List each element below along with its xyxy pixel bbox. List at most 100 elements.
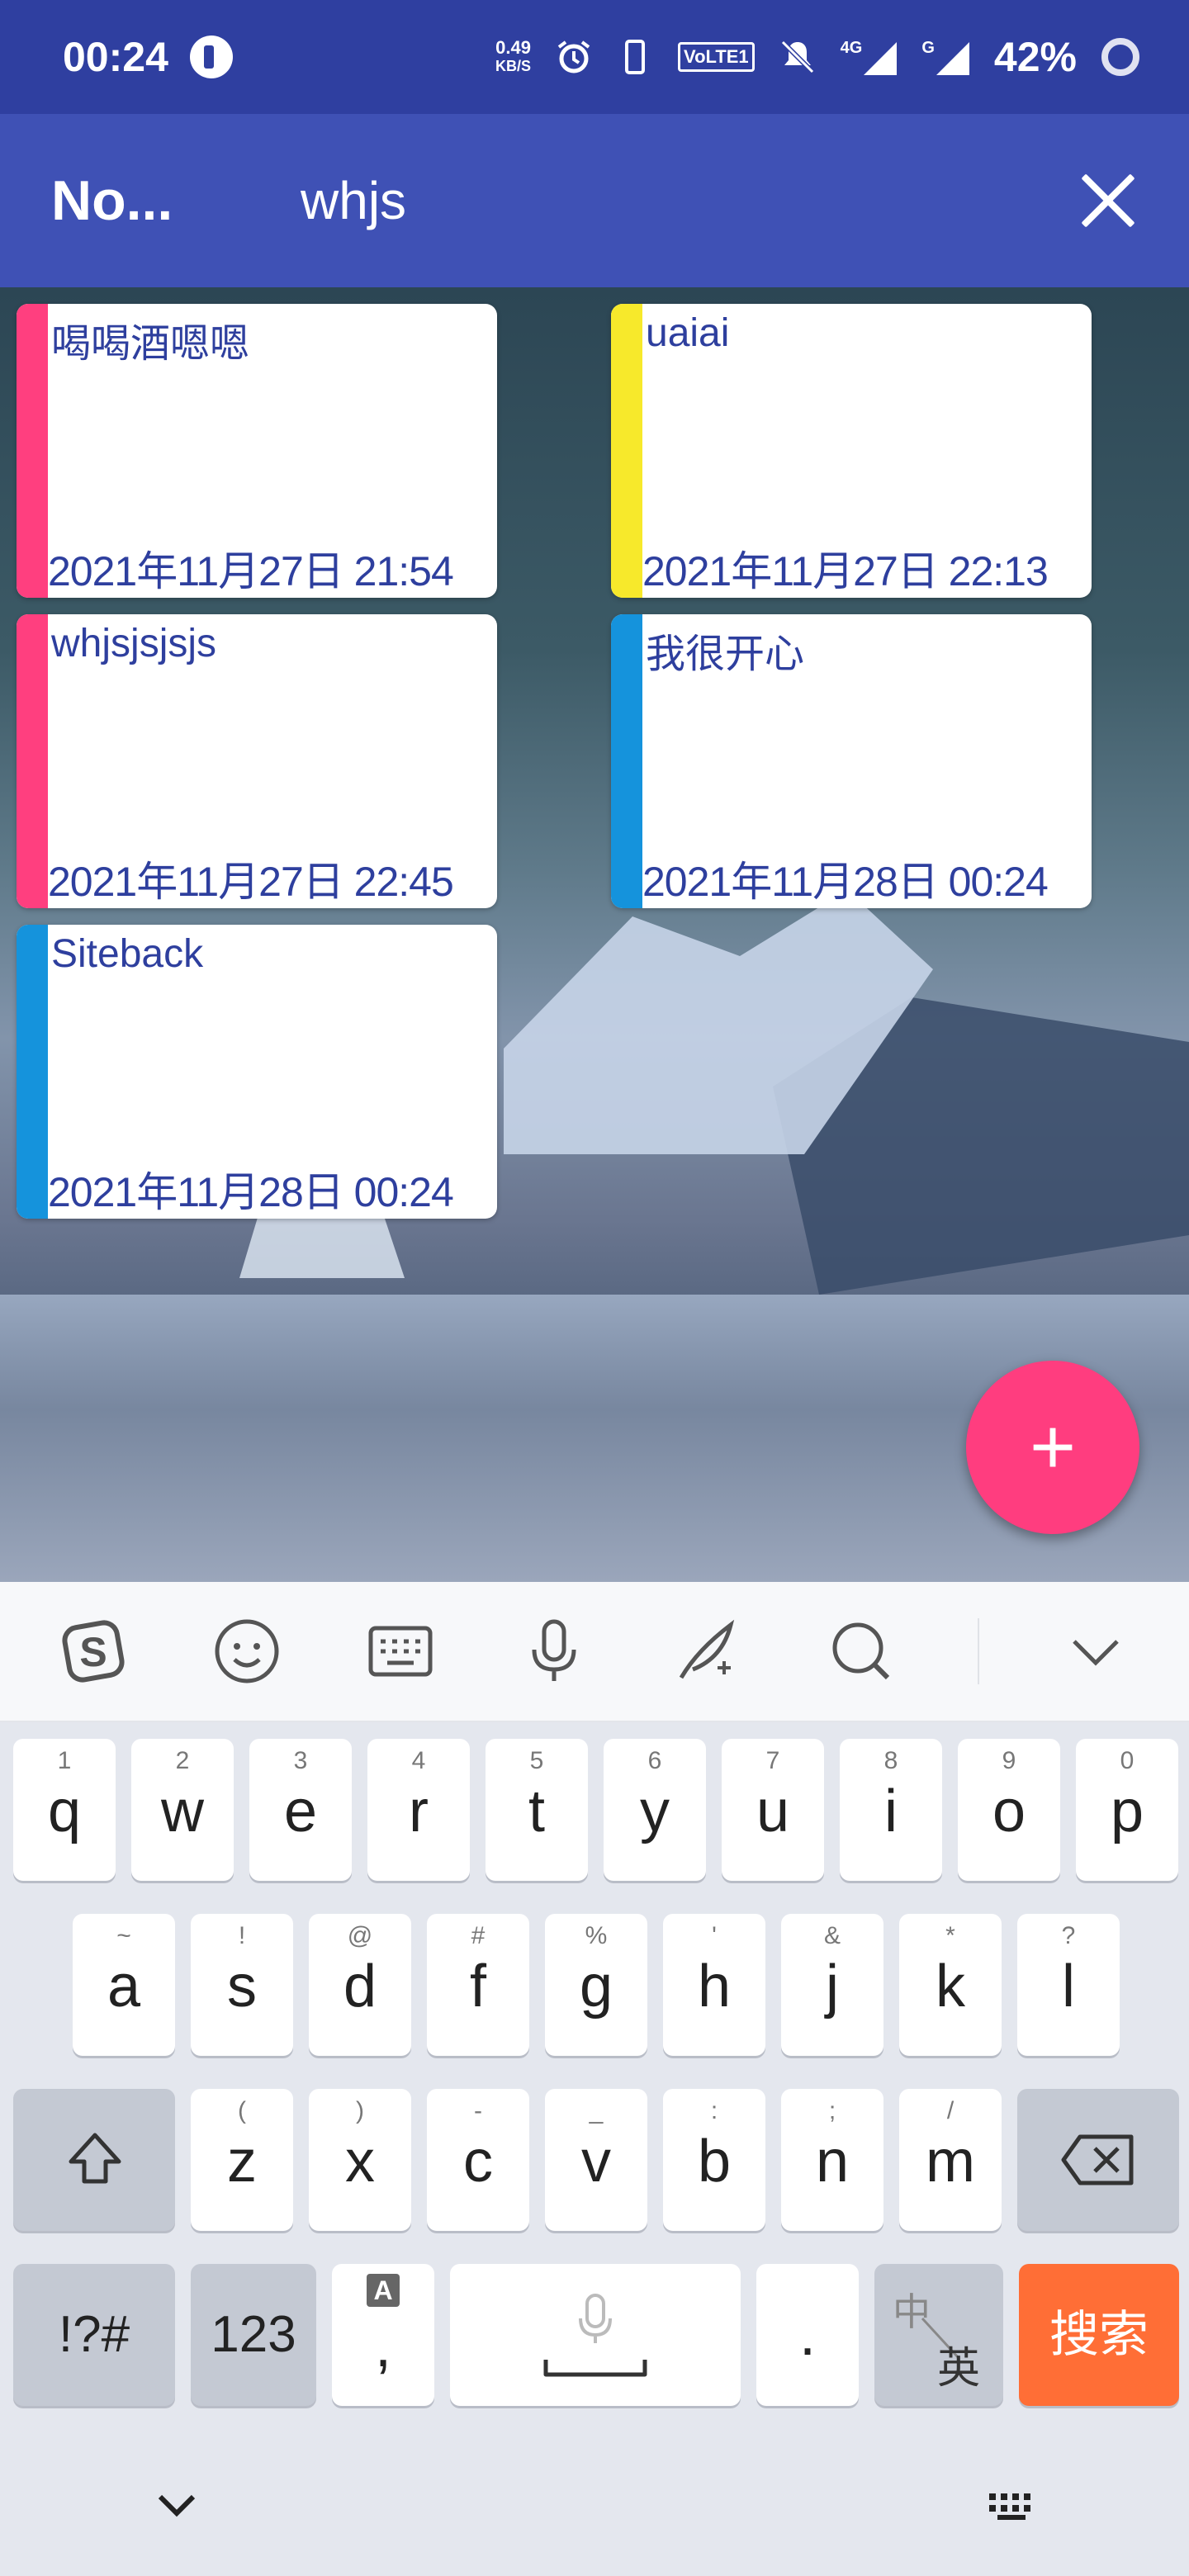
key-r[interactable]: 4r <box>367 1739 470 1881</box>
key-w[interactable]: 2w <box>131 1739 234 1881</box>
note-card[interactable]: 我很开心 2021年11月28日 00:24 <box>611 614 1092 908</box>
key-p[interactable]: 0p <box>1076 1739 1178 1881</box>
network-speed: 0.49 KB/S <box>495 39 531 75</box>
key-k[interactable]: * k <box>899 1914 1002 2056</box>
handwriting-icon[interactable] <box>670 1614 745 1688</box>
key-x[interactable]: ) x <box>309 2089 411 2231</box>
note-card[interactable]: uaiai 2021年11月27日 22:13 <box>611 304 1092 598</box>
key-u[interactable]: 7u <box>722 1739 824 1881</box>
key-label: o <box>992 1778 1026 1844</box>
app-title: No... <box>51 169 173 232</box>
note-color-bar <box>17 614 48 908</box>
key-label: e <box>283 1778 318 1844</box>
add-note-button[interactable]: + <box>966 1361 1139 1534</box>
key-hint: & <box>823 1922 841 1949</box>
key-v[interactable]: _ v <box>545 2089 647 2231</box>
search-key[interactable]: 搜索 <box>1019 2264 1179 2406</box>
key-label: g <box>579 1953 613 2020</box>
note-color-bar <box>17 304 48 598</box>
language-switch-key[interactable]: 中 英 <box>874 2264 1003 2406</box>
volte-icon: VoLTE1 <box>678 42 755 72</box>
note-date: 2021年11月27日 22:13 <box>642 548 1049 594</box>
signal-4g-label: 4G <box>840 39 863 57</box>
key-label: d <box>343 1953 377 2020</box>
key-hint: ; <box>828 2097 836 2124</box>
key-hint: _ <box>589 2097 604 2124</box>
key-label: 123 <box>211 2306 296 2363</box>
key-hint: @ <box>347 1922 373 1949</box>
key-label: p <box>1110 1778 1144 1844</box>
key-e[interactable]: 3e <box>249 1739 352 1881</box>
signal-g-icon: G <box>921 39 969 75</box>
key-label: n <box>815 2129 850 2195</box>
key-hint: 7 <box>765 1747 780 1774</box>
backspace-key[interactable] <box>1017 2089 1179 2231</box>
key-q[interactable]: 1q <box>13 1739 116 1881</box>
note-color-bar <box>611 304 642 598</box>
period-key[interactable]: . <box>756 2264 859 2406</box>
collapse-icon[interactable] <box>1059 1614 1133 1688</box>
emoji-icon[interactable] <box>210 1614 284 1688</box>
backspace-icon <box>1061 2134 1134 2185</box>
note-card[interactable]: 喝喝酒嗯嗯 2021年11月27日 21:54 <box>17 304 497 598</box>
keyboard-switch-icon[interactable] <box>986 2490 1039 2523</box>
note-card[interactable]: whjsjsjsjs 2021年11月27日 22:45 <box>17 614 497 908</box>
phone-icon <box>625 40 646 74</box>
key-label: i <box>884 1778 898 1844</box>
svg-text:S: S <box>79 1629 107 1675</box>
key-c[interactable]: -c <box>427 2089 529 2231</box>
key-hint: 4 <box>411 1747 426 1774</box>
key-b[interactable]: :b <box>663 2089 765 2231</box>
status-icons: 0.49 KB/S VoLTE1 4G G 42% <box>495 33 1139 81</box>
search-input[interactable] <box>299 169 1045 232</box>
key-label: y <box>640 1778 670 1844</box>
key-hint: 6 <box>647 1747 662 1774</box>
symbols-key[interactable]: !?# <box>13 2264 175 2406</box>
note-title: whjsjsjsjs <box>51 622 217 665</box>
key-j[interactable]: & j <box>781 1914 883 2056</box>
key-y[interactable]: 6y <box>604 1739 706 1881</box>
key-z[interactable]: (z <box>191 2089 293 2231</box>
app-toolbar: No... <box>0 114 1189 287</box>
key-label: k <box>936 1953 965 2020</box>
keyboard-icon[interactable] <box>363 1614 438 1688</box>
shift-key[interactable] <box>13 2089 175 2231</box>
key-h[interactable]: ' h <box>663 1914 765 2056</box>
close-icon[interactable] <box>1078 171 1138 230</box>
key-l[interactable]: ? l <box>1017 1914 1120 2056</box>
key-label: , <box>374 2313 391 2379</box>
key-g[interactable]: % g <box>545 1914 647 2056</box>
key-hint: ! <box>238 1922 246 1949</box>
key-label: c <box>463 2129 493 2195</box>
network-speed-value: 0.49 <box>495 37 531 58</box>
note-card[interactable]: Siteback 2021年11月28日 00:24 <box>17 925 497 1219</box>
key-f[interactable]: # f <box>427 1914 529 2056</box>
key-label: u <box>756 1778 790 1844</box>
key-s[interactable]: ! s <box>191 1914 293 2056</box>
hide-keyboard-icon[interactable] <box>154 2490 200 2523</box>
microphone-icon[interactable] <box>517 1614 591 1688</box>
key-i[interactable]: 8i <box>840 1739 942 1881</box>
sogou-logo-icon[interactable]: S <box>56 1614 130 1688</box>
key-m[interactable]: / m <box>899 2089 1002 2231</box>
numbers-key[interactable]: 123 <box>191 2264 316 2406</box>
space-key[interactable] <box>450 2264 741 2406</box>
key-label: f <box>469 1953 486 2020</box>
search-icon[interactable] <box>824 1614 898 1688</box>
key-label: b <box>697 2129 732 2195</box>
key-d[interactable]: @ d <box>309 1914 411 2056</box>
key-label: !?# <box>58 2306 130 2363</box>
key-t[interactable]: 5t <box>486 1739 588 1881</box>
key-hint: : <box>710 2097 718 2124</box>
note-date: 2021年11月27日 22:45 <box>48 859 454 905</box>
key-n[interactable]: ; n <box>781 2089 883 2231</box>
key-label: x <box>345 2129 375 2195</box>
key-hint: 8 <box>883 1747 898 1774</box>
key-a[interactable]: ~ a <box>73 1914 175 2056</box>
note-date: 2021年11月28日 00:24 <box>642 859 1049 905</box>
key-label: 搜索 <box>1049 2307 1149 2362</box>
signal-4g-icon: 4G <box>841 39 898 75</box>
key-label: . <box>798 2302 816 2368</box>
comma-key[interactable]: A , <box>332 2264 434 2406</box>
key-o[interactable]: 9o <box>958 1739 1060 1881</box>
